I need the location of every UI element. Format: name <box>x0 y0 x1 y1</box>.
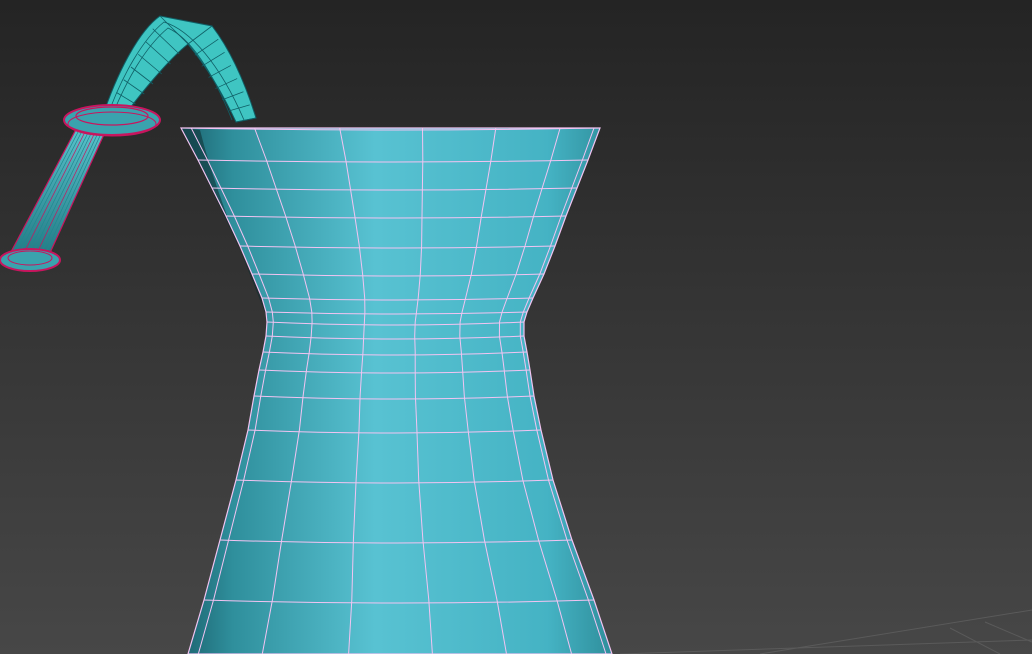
3d-viewport[interactable] <box>0 0 1032 654</box>
straw-ring <box>63 104 161 136</box>
viewport-scene[interactable] <box>0 0 1032 654</box>
